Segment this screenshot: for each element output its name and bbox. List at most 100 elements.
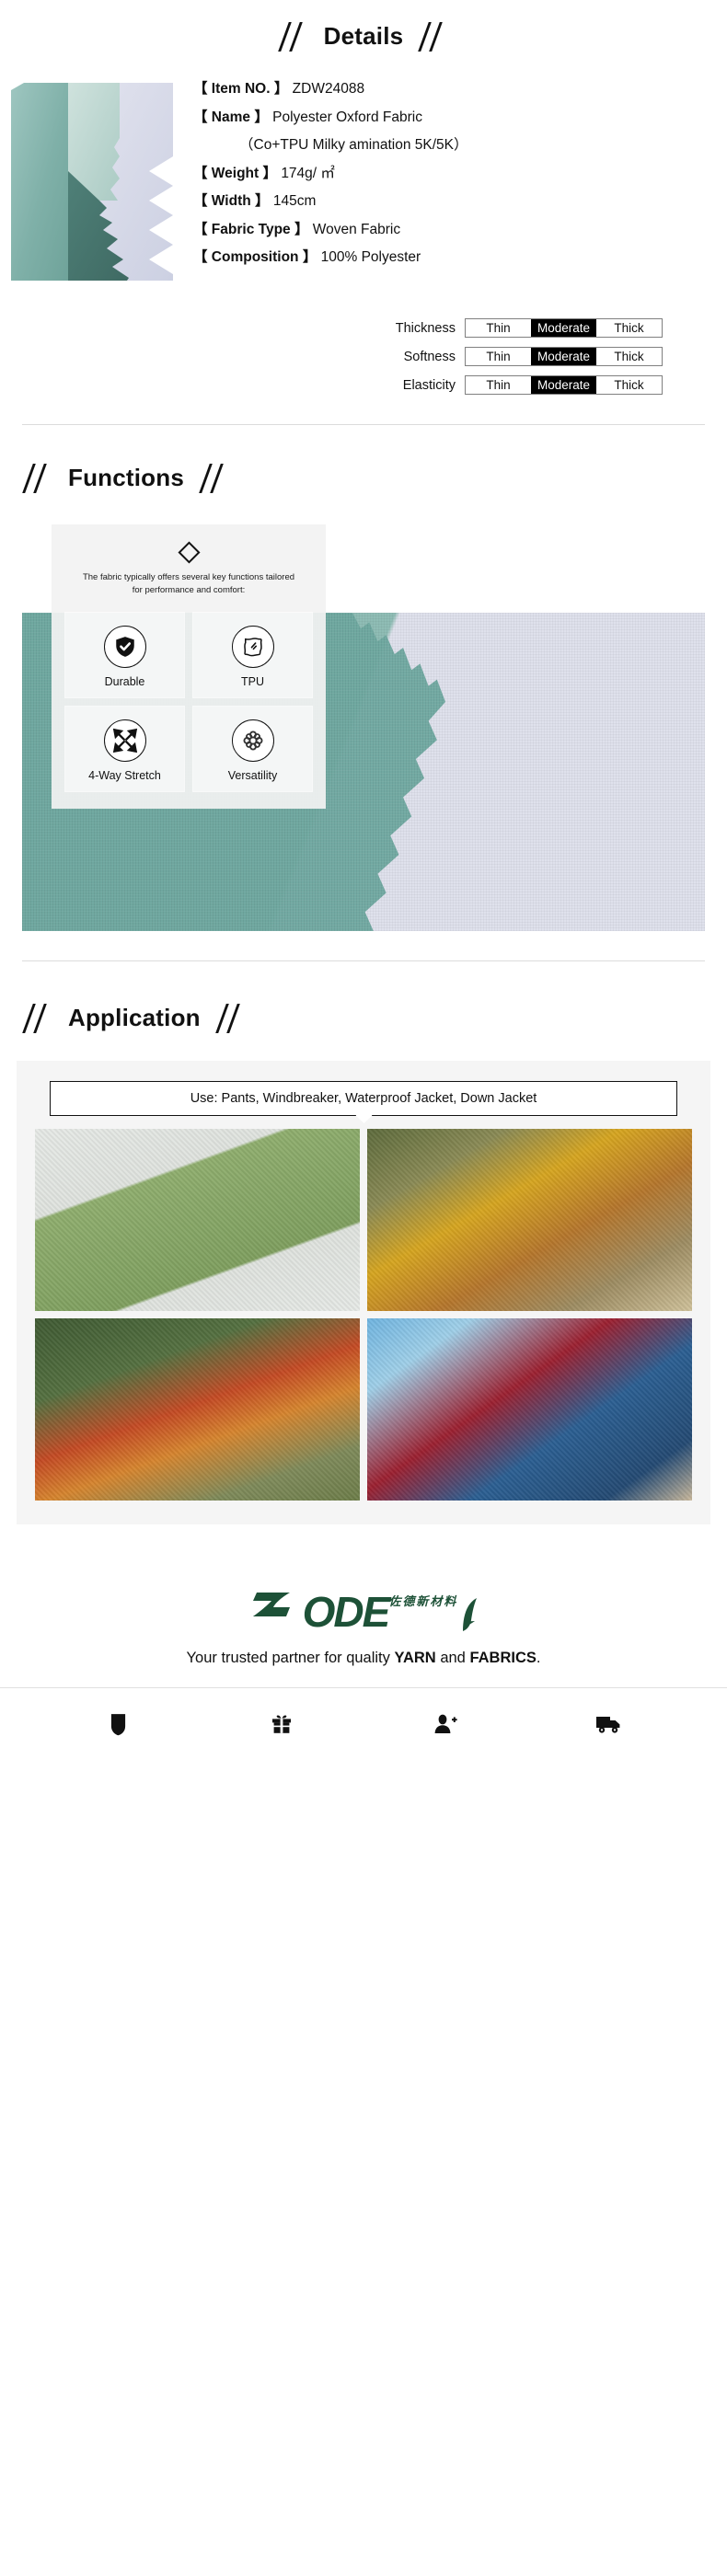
rating-option-thin[interactable]: Thin [466,348,531,365]
spec-row-width: 【 Width 】 145cm [193,188,714,216]
details-section: Details 【 Item NO. 】 ZDW24088 【 Name 】 P… [0,0,727,425]
tagline-yarn: YARN [394,1650,436,1666]
spec-list: 【 Item NO. 】 ZDW24088 【 Name 】 Polyester… [193,68,727,272]
gift-icon [272,1715,292,1733]
truck-icon [596,1717,620,1733]
spec-value: 100% Polyester [320,249,421,265]
spec-row-name: 【 Name 】 Polyester Oxford Fabric [193,104,714,132]
green-hooded-jacket-product-photo [35,1129,360,1311]
functions-intro-text: The fabric typically offers several key … [82,572,295,595]
rating-row-thickness: Thickness Thin Moderate Thick [0,318,663,338]
function-label: TPU [241,675,264,688]
footer-tagline: Your trusted partner for quality YARN an… [0,1650,727,1667]
rating-row-elasticity: Elasticity Thin Moderate Thick [0,375,663,395]
functions-panel: The fabric typically offers several key … [52,524,326,809]
function-label: Versatility [227,769,278,782]
application-heading: Application [68,1003,201,1031]
slash-decoration-icon [22,1002,53,1033]
shield-icon [111,1713,126,1735]
add-user-icon [434,1714,457,1733]
rating-option-thick[interactable]: Thick [596,376,662,394]
slash-decoration-icon [22,462,53,493]
slash-decoration-icon [278,20,309,52]
rating-label: Softness [403,349,456,364]
spec-label: 【 Width 】 [193,193,270,209]
rating-scale-elasticity[interactable]: Thin Moderate Thick [465,375,663,395]
tpu-film-icon [231,626,274,668]
shipping-button[interactable] [588,1708,629,1740]
leaf-icon [463,1598,478,1631]
tagline-fabrics: FABRICS [469,1650,537,1666]
spec-label: 【 Fabric Type 】 [193,221,309,237]
celtic-knot-icon [231,719,274,762]
rating-option-thin[interactable]: Thin [466,376,531,394]
application-photo-grid [35,1129,692,1501]
ratings-group: Thickness Thin Moderate Thick Softness T… [0,318,727,395]
gift-sample-button[interactable] [261,1708,302,1740]
rating-scale-thickness[interactable]: Thin Moderate Thick [465,318,663,338]
functions-section: Functions The fabric typically offers se… [0,425,727,961]
rating-option-moderate[interactable]: Moderate [531,348,596,365]
application-stage: Use: Pants, Windbreaker, Waterproof Jack… [17,1061,710,1524]
logo-z-mark-icon [252,1593,290,1616]
details-heading-row: Details [0,0,727,68]
spec-row-item-no: 【 Item NO. 】 ZDW24088 [193,75,714,104]
spec-value: Polyester Oxford Fabric [272,109,422,125]
tagline-end: . [536,1650,541,1666]
function-label: 4-Way Stretch [88,769,161,782]
spec-label: 【 Item NO. 】 [193,81,289,97]
spec-value: 174g/ ㎡ [281,165,335,181]
function-label: Durable [104,675,145,688]
rating-row-softness: Softness Thin Moderate Thick [0,347,663,366]
spec-value: ZDW24088 [292,81,365,97]
functions-grid: Durable TPU 4-Way Stretch Versatility [64,612,313,792]
functions-heading: Functions [68,463,185,491]
spec-label: 【 Composition 】 [193,249,317,265]
details-body: 【 Item NO. 】 ZDW24088 【 Name 】 Polyester… [0,68,727,298]
family-outdoors-camping-photo [35,1318,360,1501]
footer: ODE 佐德新材料 Your trusted partner for quali… [0,1550,727,1777]
details-heading: Details [323,21,404,50]
quality-guarantee-button[interactable] [98,1708,139,1740]
rating-option-thick[interactable]: Thick [596,348,662,365]
spec-row-fabric-type: 【 Fabric Type 】 Woven Fabric [193,216,714,245]
couple-with-tablet-outdoors-photo [367,1318,692,1501]
logo-chinese-name: 佐德新材料 [388,1594,458,1608]
brand-logo[interactable]: ODE 佐德新材料 [0,1587,727,1633]
spec-row-composition: 【 Composition 】 100% Polyester [193,244,714,272]
rating-option-thin[interactable]: Thin [466,319,531,337]
slash-decoration-icon [418,20,449,52]
spec-label: 【 Name 】 [193,109,269,125]
tagline-mid: and [435,1650,470,1666]
bottom-toolbar [0,1688,727,1764]
spec-row-weight: 【 Weight 】 174g/ ㎡ [193,160,714,189]
fabric-swatch-graphic [11,83,173,281]
fabric-swatch-image [11,83,173,281]
function-card-4-way-stretch[interactable]: 4-Way Stretch [64,706,185,792]
function-card-tpu[interactable]: TPU [192,612,313,698]
rating-scale-softness[interactable]: Thin Moderate Thick [465,347,663,366]
four-way-arrows-icon [103,719,146,762]
tagline-pre: Your trusted partner for quality [186,1650,395,1666]
application-heading-row: Application [0,961,727,1033]
shield-check-icon [103,626,146,668]
spec-label: 【 Weight 】 [193,165,277,181]
diamond-icon [177,541,201,564]
logo-wordmark: ODE [302,1588,391,1636]
rating-option-moderate[interactable]: Moderate [531,319,596,337]
spec-value: Woven Fabric [312,221,401,237]
rating-option-moderate[interactable]: Moderate [531,376,596,394]
rating-option-thick[interactable]: Thick [596,319,662,337]
add-contact-button[interactable] [425,1708,466,1740]
slash-decoration-icon [199,462,230,493]
couple-hiking-yellow-jacket-photo [367,1129,692,1311]
rating-label: Elasticity [402,377,456,393]
functions-heading-row: Functions [0,425,727,493]
slash-decoration-icon [215,1002,247,1033]
function-card-durable[interactable]: Durable [64,612,185,698]
use-callout: Use: Pants, Windbreaker, Waterproof Jack… [50,1081,677,1116]
function-card-versatility[interactable]: Versatility [192,706,313,792]
rating-label: Thickness [395,320,456,336]
application-section: Application Use: Pants, Windbreaker, Wat… [0,961,727,1524]
functions-stage: The fabric typically offers several key … [22,524,705,931]
